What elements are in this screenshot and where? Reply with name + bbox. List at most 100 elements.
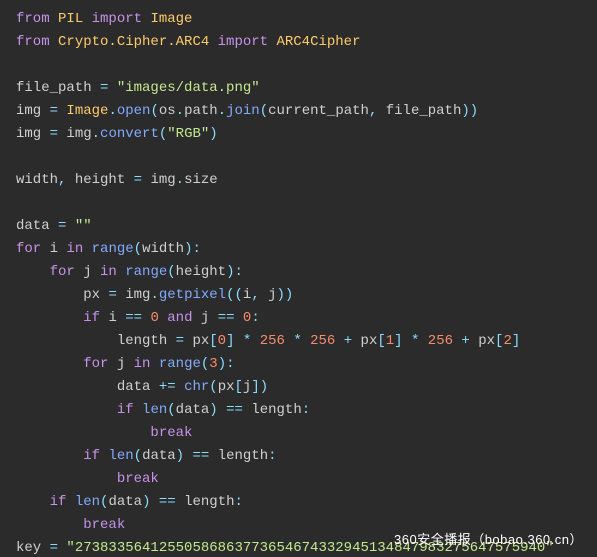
token-op: : [268,448,276,464]
token-op: : [251,310,259,326]
token-var: length [184,494,234,510]
token-op: [ [235,379,243,395]
token-fn: open [117,103,151,119]
token-var: data [108,494,142,510]
token-op: [ [377,333,385,349]
token-var: px [192,333,209,349]
token-var: img [16,126,50,142]
token-kw: from [16,11,58,27]
token-op: : [302,402,310,418]
token-kw: and [167,310,201,326]
token-op: + [344,333,361,349]
code-line: data += chr(px[j]) [16,376,597,399]
token-num: 2 [503,333,511,349]
code-line: from Crypto.Cipher.ARC4 import ARC4Ciphe… [16,31,597,54]
code-line: break [16,468,597,491]
token-var: width [16,172,58,188]
token-var: data [16,218,58,234]
token-num: 0 [218,333,226,349]
code-line: if len(data) == length: [16,399,597,422]
token-op: ( [209,379,217,395]
code-line: if i == 0 and j == 0: [16,307,597,330]
token-var: os [159,103,176,119]
token-op: = [176,333,193,349]
token-op: )) [461,103,478,119]
token-fn: range [159,356,201,372]
token-op: , [251,287,268,303]
token-op: = [100,80,117,96]
token-op: . [92,126,100,142]
token-var: j [117,356,134,372]
code-line: if len(data) == length: [16,445,597,468]
token-ctl: break [83,517,125,533]
token-op: ] [394,333,411,349]
token-var: file_path [386,103,462,119]
token-op: ( [167,264,175,280]
token-op: = [108,287,125,303]
code-line: file_path = "images/data.png" [16,77,597,100]
token-var: current_path [268,103,369,119]
code-line: img = Image.open(os.path.join(current_pa… [16,100,597,123]
token-var: px [361,333,378,349]
token-var: length [117,333,176,349]
code-line: px = img.getpixel((i, j)) [16,284,597,307]
token-op: == [218,310,243,326]
token-var: file_path [16,80,100,96]
token-var: j [268,287,276,303]
token-op: == [226,402,251,418]
token-op: ] [226,333,243,349]
token-op: (( [226,287,243,303]
token-op: ) [142,494,159,510]
token-op: ( [159,126,167,142]
token-mod: ARC4Cipher [276,34,360,50]
token-var: key [16,540,50,556]
code-line: break [16,422,597,445]
token-op: = [58,218,75,234]
token-mod: Image [66,103,108,119]
token-op: ) [209,126,217,142]
token-num: 256 [260,333,294,349]
token-mod: Crypto.Cipher.ARC4 [58,34,218,50]
token-op: )) [277,287,294,303]
token-op: , [58,172,75,188]
token-op: ( [150,103,158,119]
token-num: 1 [386,333,394,349]
token-var: img [16,103,50,119]
token-op: ): [218,356,235,372]
token-fn: len [75,494,100,510]
token-op: * [411,333,428,349]
token-kw: for [16,241,50,257]
code-line: length = px[0] * 256 * 256 + px[1] * 256… [16,330,597,353]
token-ctl: break [150,425,192,441]
token-op: : [235,494,243,510]
watermark-label: 360安全播报（bobao.360.cn） [394,528,583,551]
token-op: = [134,172,151,188]
code-block: from PIL import Image from Crypto.Cipher.… [0,0,597,557]
token-var: length [218,448,268,464]
code-line: width, height = img.size [16,169,597,192]
token-var: px [478,333,495,349]
token-mod: Image [150,11,192,27]
token-kw: import [92,11,151,27]
token-fn: chr [184,379,209,395]
token-op: [ [209,333,217,349]
token-op: = [50,126,67,142]
token-var: img [150,172,175,188]
code-line: for j in range(3): [16,353,597,376]
token-num: 3 [209,356,217,372]
token-op: ) [176,448,193,464]
token-var: px [83,287,108,303]
token-op: . [108,103,116,119]
token-op: . [176,103,184,119]
token-kw: in [134,356,159,372]
code-line: data = "" [16,215,597,238]
token-var: img [125,287,150,303]
token-kw: from [16,34,58,50]
token-num: 256 [428,333,462,349]
token-mod: PIL [58,11,92,27]
token-var: width [142,241,184,257]
token-var: i [108,310,125,326]
token-fn: convert [100,126,159,142]
token-op: = [50,103,67,119]
token-var: j [201,310,218,326]
